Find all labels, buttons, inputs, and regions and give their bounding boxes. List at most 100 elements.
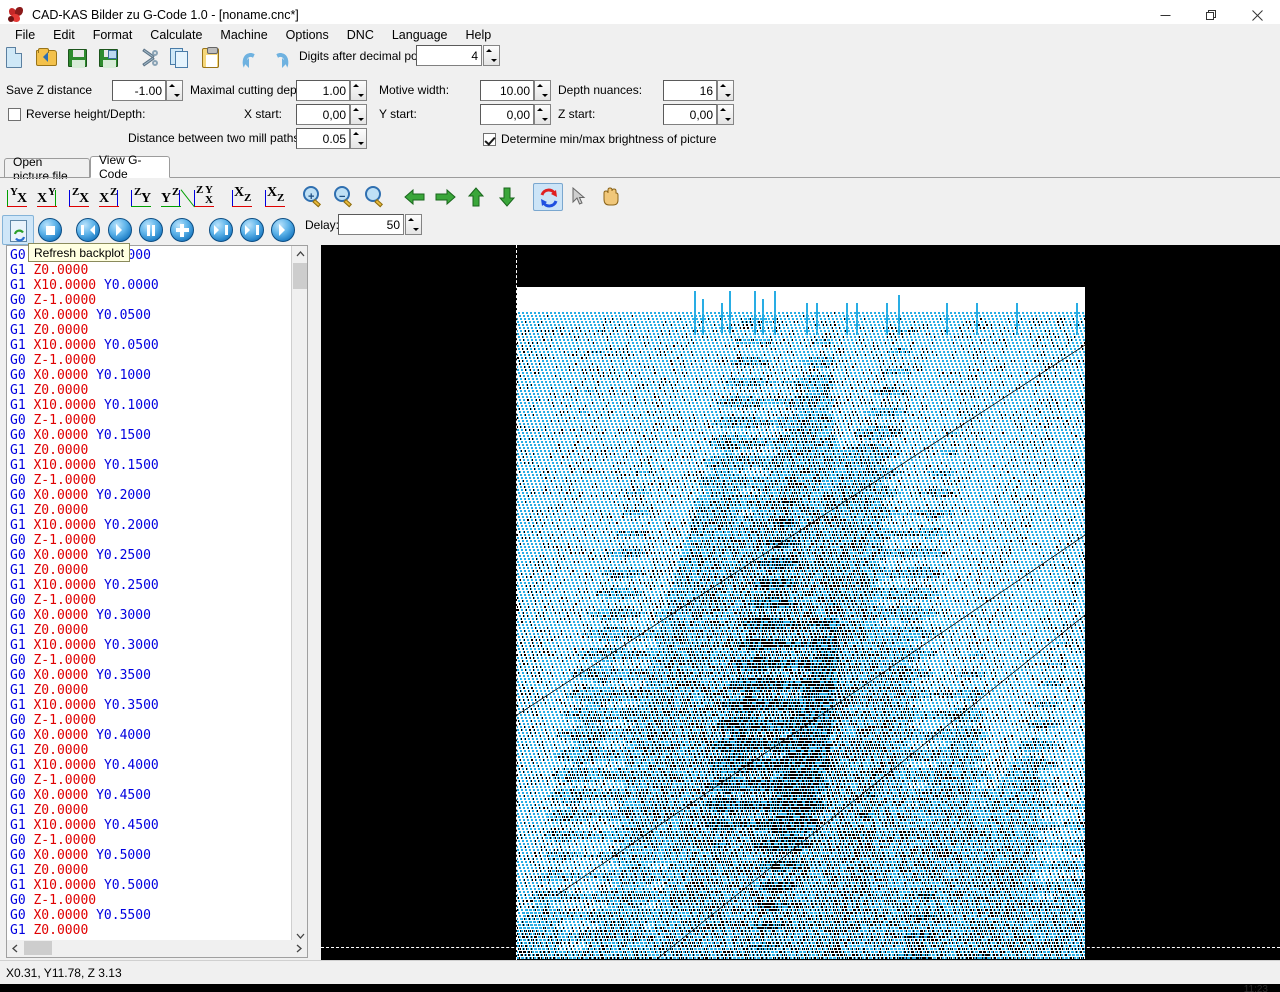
undo-icon[interactable] xyxy=(237,46,263,72)
scroll-left-icon[interactable] xyxy=(7,940,23,956)
delay-input[interactable]: 50 xyxy=(338,214,404,235)
digits-spinner[interactable] xyxy=(483,45,500,66)
reverse-height-checkbox[interactable]: Reverse height/Depth: xyxy=(8,107,145,121)
save-z-input[interactable]: -1.00 xyxy=(112,80,166,101)
zoom-normal-icon[interactable] xyxy=(361,183,391,211)
open-folder-icon[interactable] xyxy=(35,46,61,72)
menu-format[interactable]: Format xyxy=(84,26,142,44)
tooltip-refresh-backplot: Refresh backplot xyxy=(28,243,130,262)
gcode-horizontal-scrollbar[interactable] xyxy=(6,940,308,958)
rotate-icon[interactable] xyxy=(533,183,563,211)
copy-icon[interactable] xyxy=(168,46,194,72)
cut-scissors-icon[interactable] xyxy=(137,46,163,72)
stop-button[interactable] xyxy=(34,215,66,245)
view-zy-button[interactable]: ZY xyxy=(127,183,157,211)
z-start-input[interactable]: 0,00 xyxy=(663,104,717,125)
view-zx-button[interactable]: ZX xyxy=(65,183,95,211)
move-up-icon[interactable] xyxy=(462,183,492,211)
gcode-line: G1 Z0.0000 xyxy=(10,683,289,698)
menu-calculate[interactable]: Calculate xyxy=(141,26,211,44)
determine-brightness-checkbox-box xyxy=(483,133,496,146)
refresh-backplot-button[interactable] xyxy=(2,215,34,245)
backplot-canvas[interactable] xyxy=(321,245,1280,960)
reverse-height-checkbox-box xyxy=(8,108,21,121)
gcode-scroll-thumb[interactable] xyxy=(293,263,307,289)
x-start-input[interactable]: 0,00 xyxy=(296,104,350,125)
add-button[interactable] xyxy=(166,215,198,245)
gcode-line: G0 Z-1.0000 xyxy=(10,533,289,548)
gcode-line: G1 X10.0000 Y0.2500 xyxy=(10,578,289,593)
paste-clipboard-icon[interactable] xyxy=(199,46,225,72)
menu-edit[interactable]: Edit xyxy=(44,26,84,44)
view-isometric-button[interactable]: Z Y X xyxy=(190,183,220,211)
save-icon[interactable] xyxy=(66,46,92,72)
determine-brightness-checkbox[interactable]: Determine min/max brightness of picture xyxy=(483,132,716,146)
gcode-line: G0 Z-1.0000 xyxy=(10,653,289,668)
save-z-label: Save Z distance xyxy=(6,83,92,97)
save-z-spinner[interactable] xyxy=(166,80,183,101)
new-file-icon[interactable] xyxy=(3,46,29,72)
scroll-up-icon[interactable] xyxy=(292,246,308,262)
menu-file[interactable]: File xyxy=(6,26,44,44)
y-start-input[interactable]: 0,00 xyxy=(480,104,534,125)
view-xz-button[interactable]: XZ xyxy=(95,183,125,211)
menu-dnc[interactable]: DNC xyxy=(338,26,383,44)
zoom-in-icon[interactable]: + xyxy=(299,183,329,211)
gcode-line: G1 Z0.0000 xyxy=(10,383,289,398)
mill-path-distance-input[interactable]: 0.05 xyxy=(296,128,350,149)
pause-button[interactable] xyxy=(135,215,167,245)
view-yz-button[interactable]: YZ xyxy=(157,183,187,211)
move-left-icon[interactable] xyxy=(400,183,430,211)
view-xz-alt2-button[interactable]: XZ xyxy=(261,183,291,211)
next-button[interactable] xyxy=(267,215,299,245)
forward-to-end-button[interactable] xyxy=(205,215,237,245)
rewind-to-start-button[interactable] xyxy=(72,215,104,245)
select-cursor-icon[interactable] xyxy=(564,183,594,211)
motive-width-spinner[interactable] xyxy=(534,80,551,101)
max-cut-input[interactable]: 1.00 xyxy=(296,80,350,101)
taskbar-strip xyxy=(0,984,1280,992)
pan-hand-icon[interactable] xyxy=(595,183,625,211)
view-xz-alt1-button[interactable]: XZ xyxy=(228,183,258,211)
zoom-out-icon[interactable]: − xyxy=(330,183,360,211)
gcode-line: G0 X0.0000 Y0.3500 xyxy=(10,668,289,683)
gcode-hscroll-thumb[interactable] xyxy=(24,941,52,955)
gcode-line: G1 Z0.0000 xyxy=(10,503,289,518)
menu-help[interactable]: Help xyxy=(456,26,500,44)
gcode-line: G0 Z-1.0000 xyxy=(10,833,289,848)
menu-language[interactable]: Language xyxy=(383,26,457,44)
gcode-line: G0 Z-1.0000 xyxy=(10,293,289,308)
gcode-line: G0 X0.0000 Y0.2500 xyxy=(10,548,289,563)
move-right-icon[interactable] xyxy=(431,183,461,211)
save-as-icon[interactable] xyxy=(97,46,123,72)
gcode-line: G0 Z-1.0000 xyxy=(10,593,289,608)
delay-spinner[interactable] xyxy=(405,214,422,235)
status-coordinates: X0.31, Y11.78, Z 3.13 xyxy=(6,966,122,980)
motive-width-input[interactable]: 10.00 xyxy=(480,80,534,101)
x-start-spinner[interactable] xyxy=(350,104,367,125)
scroll-right-icon[interactable] xyxy=(291,940,307,956)
redo-icon[interactable] xyxy=(268,46,294,72)
y-start-spinner[interactable] xyxy=(534,104,551,125)
gcode-list-panel[interactable]: G0 X0.0000 Y0.0000G1 Z0.0000G1 X10.0000 … xyxy=(6,245,308,945)
z-start-spinner[interactable] xyxy=(717,104,734,125)
tab-view-gcode[interactable]: View G-Code xyxy=(90,156,170,178)
step-button[interactable] xyxy=(236,215,268,245)
move-down-icon[interactable] xyxy=(493,183,523,211)
gcode-line: G1 Z0.0000 xyxy=(10,563,289,578)
menu-options[interactable]: Options xyxy=(277,26,338,44)
mill-path-distance-spinner[interactable] xyxy=(350,128,367,149)
max-cut-spinner[interactable] xyxy=(350,80,367,101)
depth-nuances-label: Depth nuances: xyxy=(558,83,642,97)
play-button[interactable] xyxy=(104,215,136,245)
view-xy-button[interactable]: XY xyxy=(33,183,63,211)
digits-input[interactable]: 4 xyxy=(416,45,482,66)
tab-open-picture-file[interactable]: Open picture file xyxy=(4,158,90,178)
depth-nuances-spinner[interactable] xyxy=(717,80,734,101)
gcode-vertical-scrollbar[interactable] xyxy=(291,246,307,944)
menu-machine[interactable]: Machine xyxy=(211,26,276,44)
gcode-line: G0 Z-1.0000 xyxy=(10,893,289,908)
tab-underline xyxy=(0,177,1280,178)
view-yx-button[interactable]: YX xyxy=(3,183,33,211)
depth-nuances-input[interactable]: 16 xyxy=(663,80,717,101)
